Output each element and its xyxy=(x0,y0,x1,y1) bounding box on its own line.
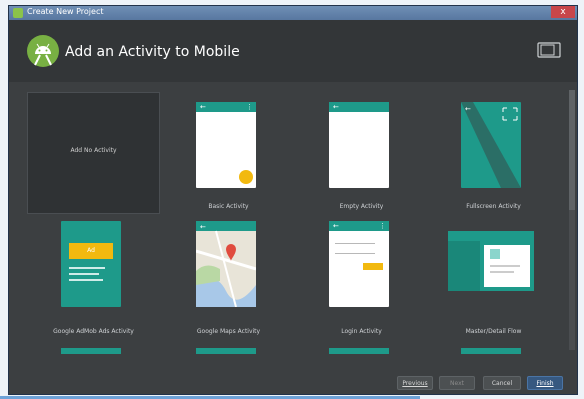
activity-tile-empty[interactable]: ← Empty Activity xyxy=(295,92,428,214)
username-field-line xyxy=(335,243,375,244)
detail-accent-block xyxy=(490,249,500,259)
activity-tile-maps[interactable]: ← Google Maps Activity xyxy=(162,217,295,339)
activity-label: Fullscreen Activity xyxy=(466,203,521,210)
cancel-button[interactable]: Cancel xyxy=(483,376,521,390)
next-row-preview xyxy=(329,348,389,354)
next-row-preview xyxy=(461,348,521,354)
tablet-icon[interactable] xyxy=(537,42,561,58)
activity-label: Add No Activity xyxy=(70,147,117,154)
gallery-scrollbar[interactable] xyxy=(569,90,575,350)
previous-button-label: Previous xyxy=(402,380,428,387)
dialog-header: Add an Activity to Mobile xyxy=(9,20,577,82)
overflow-menu-icon: ⋮ xyxy=(246,103,253,111)
content-line xyxy=(69,273,99,275)
back-arrow-icon: ← xyxy=(200,103,206,111)
back-arrow-icon: ← xyxy=(333,103,339,111)
next-row-preview xyxy=(196,348,256,354)
login-activity-preview: ← ⋮ xyxy=(329,221,389,307)
next-button-label: Next xyxy=(450,380,464,387)
content-line xyxy=(490,271,514,273)
activity-label: Google Maps Activity xyxy=(196,328,261,335)
empty-activity-preview: ← xyxy=(329,102,389,188)
dialog-footer: Previous Next Cancel Finish xyxy=(9,358,577,394)
svg-text:←: ← xyxy=(465,105,471,113)
activity-label: Google AdMob Ads Activity xyxy=(53,328,134,335)
back-arrow-icon: ← xyxy=(333,222,339,230)
content-line xyxy=(69,279,103,281)
activity-label: Master/Detail Flow xyxy=(465,328,522,335)
basic-activity-preview: ← ⋮ xyxy=(196,102,256,188)
activity-tile-login[interactable]: ← ⋮ Login Activity xyxy=(295,217,428,339)
window-titlebar: Create New Project x xyxy=(9,6,577,20)
finish-button-label: Finish xyxy=(536,380,554,387)
android-studio-logo-icon xyxy=(27,35,59,67)
fullscreen-preview-graphic: ← xyxy=(461,102,521,188)
password-field-line xyxy=(335,253,375,254)
svg-text:←: ← xyxy=(200,223,206,231)
activity-gallery-area: Add No Activity ← ⋮ Basic Activity ← Empt… xyxy=(9,82,577,358)
fab-icon xyxy=(239,170,253,184)
previous-button[interactable]: Previous xyxy=(397,376,433,390)
app-bar: ← xyxy=(329,102,389,112)
admob-activity-preview: Ad xyxy=(61,221,121,307)
activity-tile-admob[interactable]: Ad Google AdMob Ads Activity xyxy=(27,217,160,339)
content-line xyxy=(69,267,105,269)
activity-label: Empty Activity xyxy=(339,203,384,210)
page-title: Add an Activity to Mobile xyxy=(65,44,240,60)
app-bar: ← ⋮ xyxy=(196,102,256,112)
activity-label: Basic Activity xyxy=(208,203,249,210)
master-pane xyxy=(448,241,480,291)
sign-in-button-preview xyxy=(363,263,383,270)
android-studio-icon xyxy=(13,8,23,18)
activity-tile-fullscreen[interactable]: ← Fullscreen Activity xyxy=(427,92,560,214)
cancel-button-label: Cancel xyxy=(491,380,513,387)
master-detail-preview xyxy=(448,231,534,291)
activity-label: Login Activity xyxy=(341,328,382,335)
window-title: Create New Project xyxy=(27,7,104,16)
overflow-menu-icon: ⋮ xyxy=(379,222,386,230)
content-line xyxy=(490,265,520,267)
activity-tile-no-activity[interactable]: Add No Activity xyxy=(27,92,160,214)
ad-banner: Ad xyxy=(69,243,113,259)
maps-activity-preview: ← xyxy=(196,221,256,307)
next-button[interactable]: Next xyxy=(439,376,475,390)
app-bar: ← ⋮ xyxy=(329,221,389,231)
close-button[interactable]: x xyxy=(551,6,575,18)
activity-gallery: Add No Activity ← ⋮ Basic Activity ← Empt… xyxy=(9,82,569,358)
scrollbar-thumb[interactable] xyxy=(569,90,575,210)
next-row-preview xyxy=(61,348,121,354)
fullscreen-activity-preview: ← xyxy=(461,102,521,188)
finish-button[interactable]: Finish xyxy=(527,376,563,390)
activity-tile-basic[interactable]: ← ⋮ Basic Activity xyxy=(162,92,295,214)
activity-tile-master-detail[interactable]: Master/Detail Flow xyxy=(427,217,560,339)
detail-pane xyxy=(484,245,530,287)
map-preview-graphic: ← xyxy=(196,221,256,307)
create-project-window: Create New Project x Add an Activity to … xyxy=(8,5,578,395)
